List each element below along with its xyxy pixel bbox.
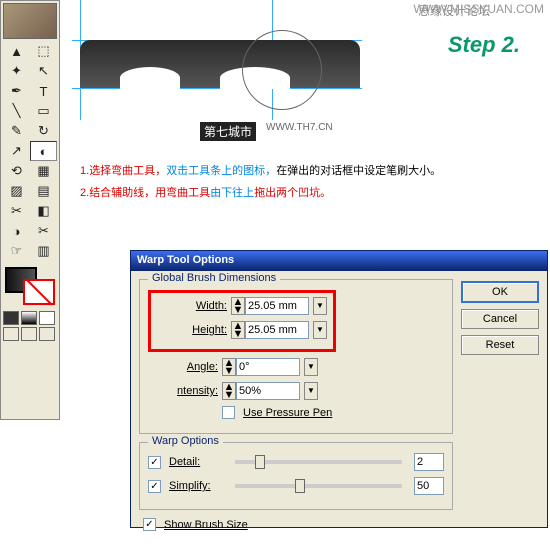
scale-tool[interactable]: ↗: [3, 141, 30, 161]
group-title: Global Brush Dimensions: [148, 272, 280, 284]
warp-tool[interactable]: ◐: [30, 141, 57, 161]
screen-full[interactable]: [39, 327, 55, 341]
brush-cursor: [242, 30, 322, 110]
show-brush-checkbox[interactable]: ✓: [143, 518, 156, 531]
simplify-slider[interactable]: [235, 484, 402, 488]
direct-select-tool[interactable]: ⬚: [30, 41, 57, 61]
cancel-button[interactable]: Cancel: [461, 309, 539, 329]
angle-input[interactable]: [236, 358, 300, 376]
dropdown-icon[interactable]: ▼: [313, 297, 327, 315]
guide-horizontal: [72, 88, 362, 89]
warp-options-group: Warp Options ✓ Detail: ✓ Simplify:: [139, 442, 453, 510]
highlight-box: Width: ▲▼ ▼ Height: ▲▼ ▼: [148, 290, 336, 352]
paintbrush-tool[interactable]: ✎: [3, 121, 30, 141]
scissors-tool[interactable]: ✂: [30, 221, 57, 241]
magic-wand-tool[interactable]: ✦: [3, 61, 30, 81]
toolbox-panel: ▲⬚ ✦↖ ✒T ╲▭ ✎↻ ↗◐ ⟲▦ ▨▤ ✂◧ ◑✂ ☞▥: [0, 0, 60, 420]
canvas-area[interactable]: [62, 0, 322, 140]
lasso-tool[interactable]: ↖: [30, 61, 57, 81]
global-brush-group: Global Brush Dimensions Width: ▲▼ ▼ Heig…: [139, 279, 453, 434]
width-label: Width:: [157, 300, 227, 312]
screen-full-menu[interactable]: [21, 327, 37, 341]
spinner-icon[interactable]: ▲▼: [222, 358, 236, 376]
screen-normal[interactable]: [3, 327, 19, 341]
gradient-tool[interactable]: ✂: [3, 201, 30, 221]
simplify-input[interactable]: [414, 477, 444, 495]
intensity-input[interactable]: [236, 382, 300, 400]
instructions: 1.选择弯曲工具，双击工具条上的图标，在弹出的对话框中设定笔刷大小。 2.结合辅…: [80, 160, 441, 204]
eyedropper-tool[interactable]: ◧: [30, 201, 57, 221]
show-brush-label: Show Brush Size: [164, 519, 248, 531]
dropdown-icon[interactable]: ▼: [304, 358, 318, 376]
gradient-mode[interactable]: [21, 311, 37, 325]
caption-url: WWW.TH7.CN: [266, 122, 333, 133]
pressure-checkbox[interactable]: [222, 406, 235, 419]
simplify-checkbox[interactable]: ✓: [148, 480, 161, 493]
screen-mode-row: [3, 327, 57, 341]
artwork-thumbnail[interactable]: [3, 3, 57, 39]
color-mode-row: [3, 311, 57, 325]
line-tool[interactable]: ╲: [3, 101, 30, 121]
spinner-icon[interactable]: ▲▼: [231, 321, 245, 339]
none-mode[interactable]: [39, 311, 55, 325]
detail-label: Detail:: [169, 456, 223, 468]
pressure-label: Use Pressure Pen: [243, 407, 332, 419]
simplify-label: Simplify:: [169, 480, 223, 492]
hand-tool[interactable]: ☞: [3, 241, 30, 261]
color-mode[interactable]: [3, 311, 19, 325]
detail-slider[interactable]: [235, 460, 402, 464]
spinner-icon[interactable]: ▲▼: [231, 297, 245, 315]
group-title: Warp Options: [148, 435, 223, 447]
rotate-tool[interactable]: ↻: [30, 121, 57, 141]
dialog-titlebar[interactable]: Warp Tool Options: [131, 251, 547, 271]
spinner-icon[interactable]: ▲▼: [222, 382, 236, 400]
caption-text: 第七城市: [200, 122, 256, 141]
ok-button[interactable]: OK: [461, 281, 539, 303]
graph-tool[interactable]: ▨: [3, 181, 30, 201]
angle-label: Angle:: [148, 361, 218, 373]
detail-checkbox[interactable]: ✓: [148, 456, 161, 469]
dropdown-icon[interactable]: ▼: [313, 321, 327, 339]
warp-tool-options-dialog: Warp Tool Options Global Brush Dimension…: [130, 250, 548, 528]
instruction-line-1: 1.选择弯曲工具，双击工具条上的图标，在弹出的对话框中设定笔刷大小。: [80, 160, 441, 182]
pen-tool[interactable]: ✒: [3, 81, 30, 101]
free-transform-tool[interactable]: ⟲: [3, 161, 30, 181]
reset-button[interactable]: Reset: [461, 335, 539, 355]
blend-tool[interactable]: ◑: [3, 221, 30, 241]
step-label: Step 2.: [448, 32, 520, 58]
symbol-tool[interactable]: ▦: [30, 161, 57, 181]
selection-tool[interactable]: ▲: [3, 41, 30, 61]
intensity-label: ntensity:: [148, 385, 218, 397]
dropdown-icon[interactable]: ▼: [304, 382, 318, 400]
site-watermark: WWW.MISSYUAN.COM: [413, 2, 544, 16]
height-label: Height:: [157, 324, 227, 336]
height-input[interactable]: [245, 321, 309, 339]
zoom-tool[interactable]: ▥: [30, 241, 57, 261]
color-swatch[interactable]: [3, 265, 57, 309]
stroke-swatch[interactable]: [23, 279, 55, 305]
mesh-tool[interactable]: ▤: [30, 181, 57, 201]
type-tool[interactable]: T: [30, 81, 57, 101]
width-input[interactable]: [245, 297, 309, 315]
rectangle-tool[interactable]: ▭: [30, 101, 57, 121]
detail-input[interactable]: [414, 453, 444, 471]
instruction-line-2: 2.结合辅助线，用弯曲工具由下往上拖出两个凹坑。: [80, 182, 441, 204]
